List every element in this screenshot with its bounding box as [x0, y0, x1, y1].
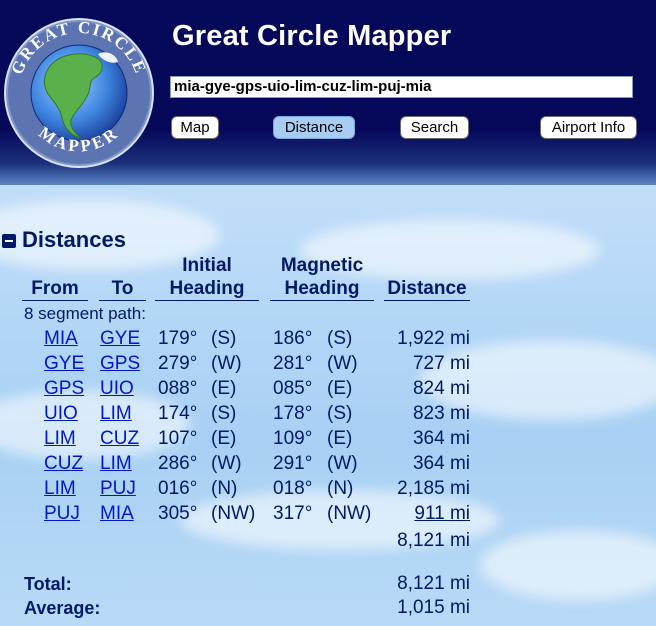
- initial-heading: 279°: [158, 353, 198, 374]
- great-circle-mapper-logo[interactable]: GREAT CIRCLE MAPPER: [2, 14, 156, 172]
- initial-heading: 088°: [158, 378, 198, 399]
- magnetic-direction: (W): [327, 353, 358, 374]
- magnetic-direction: (E): [327, 378, 353, 399]
- initial-heading: 286°: [158, 453, 198, 474]
- to-airport-link[interactable]: MIA: [100, 503, 134, 525]
- from-airport-link[interactable]: LIM: [44, 478, 76, 500]
- segment-distance: 1,922 mi: [397, 328, 470, 349]
- route-input[interactable]: mia-gye-gps-uio-lim-cuz-lim-puj-mia: [170, 76, 633, 98]
- col-header-to: To: [111, 278, 134, 299]
- collapse-icon[interactable]: [2, 234, 16, 249]
- average-distance: 1,015 mi: [397, 597, 470, 618]
- segment-distance: 364 mi: [412, 428, 470, 449]
- segment-count-label: 8 segment path:: [24, 304, 146, 323]
- magnetic-heading: 186°: [273, 328, 313, 349]
- from-airport-link[interactable]: CUZ: [44, 453, 83, 475]
- col-header-distance: Distance: [387, 278, 467, 299]
- to-airport-link[interactable]: LIM: [100, 403, 132, 425]
- to-airport-link[interactable]: LIM: [100, 453, 132, 475]
- magnetic-direction: (N): [327, 478, 354, 499]
- segment-distance: 727 mi: [412, 353, 470, 374]
- from-airport-link[interactable]: PUJ: [44, 503, 80, 525]
- initial-direction: (W): [211, 353, 242, 374]
- initial-heading: 305°: [158, 503, 198, 524]
- header-underline: [384, 300, 470, 301]
- initial-heading: 174°: [158, 403, 198, 424]
- to-airport-link[interactable]: PUJ: [100, 478, 136, 500]
- col-header-from: From: [31, 278, 79, 299]
- average-label: Average:: [24, 598, 101, 618]
- segment-distance: 2,185 mi: [397, 478, 470, 499]
- distances-section-title[interactable]: Distances: [2, 227, 126, 253]
- magnetic-direction: (W): [327, 453, 358, 474]
- magnetic-heading: 178°: [273, 403, 313, 424]
- initial-heading: 016°: [158, 478, 198, 499]
- initial-direction: (S): [211, 328, 237, 349]
- from-airport-link[interactable]: GYE: [44, 353, 84, 375]
- initial-direction: (NW): [211, 503, 256, 524]
- total-label: Total:: [24, 574, 72, 594]
- initial-direction: (E): [211, 428, 237, 449]
- magnetic-direction: (S): [327, 403, 353, 424]
- to-airport-link[interactable]: GYE: [100, 328, 140, 350]
- magnetic-direction: (E): [327, 428, 353, 449]
- initial-heading: 179°: [158, 328, 198, 349]
- from-airport-link[interactable]: GPS: [44, 378, 84, 400]
- from-airport-link[interactable]: UIO: [44, 403, 78, 425]
- header-underline: [270, 300, 374, 301]
- app-title: Great Circle Mapper: [172, 20, 452, 52]
- header-underline: [155, 300, 259, 301]
- to-airport-link[interactable]: GPS: [100, 353, 140, 375]
- search-button[interactable]: Search: [400, 116, 469, 139]
- header-underline: [22, 300, 88, 301]
- magnetic-direction: (S): [327, 328, 353, 349]
- col-header-magnetic-2: Heading: [284, 278, 360, 299]
- magnetic-heading: 281°: [273, 353, 313, 374]
- map-button[interactable]: Map: [171, 116, 219, 139]
- initial-direction: (N): [211, 478, 238, 499]
- col-header-initial-2: Heading: [169, 278, 245, 299]
- header-underline: [99, 300, 146, 301]
- total-distance: 8,121 mi: [397, 573, 470, 594]
- to-airport-link[interactable]: CUZ: [100, 428, 139, 450]
- initial-direction: (E): [211, 378, 237, 399]
- magnetic-heading: 317°: [273, 503, 313, 524]
- from-airport-link[interactable]: LIM: [44, 428, 76, 450]
- segment-distance: 824 mi: [412, 378, 470, 399]
- segment-distance: 823 mi: [412, 403, 470, 424]
- magnetic-heading: 018°: [273, 478, 313, 499]
- subtotal-distance: 8,121 mi: [397, 530, 470, 551]
- col-header-magnetic-1: Magnetic: [280, 255, 364, 276]
- initial-heading: 107°: [158, 428, 198, 449]
- to-airport-link[interactable]: UIO: [100, 378, 134, 400]
- magnetic-heading: 085°: [273, 378, 313, 399]
- magnetic-heading: 109°: [273, 428, 313, 449]
- magnetic-heading: 291°: [273, 453, 313, 474]
- col-header-initial-1: Initial: [182, 255, 232, 276]
- distance-button[interactable]: Distance: [273, 116, 355, 139]
- segment-distance: 364 mi: [412, 453, 470, 474]
- airport-info-button[interactable]: Airport Info: [540, 116, 637, 139]
- segment-distance: 911 mi: [414, 503, 470, 524]
- distances-title-text: Distances: [22, 227, 126, 252]
- from-airport-link[interactable]: MIA: [44, 328, 78, 350]
- initial-direction: (W): [211, 453, 242, 474]
- initial-direction: (S): [211, 403, 237, 424]
- site-header: GREAT CIRCLE MAPPER Great Circle Mapper …: [0, 0, 656, 185]
